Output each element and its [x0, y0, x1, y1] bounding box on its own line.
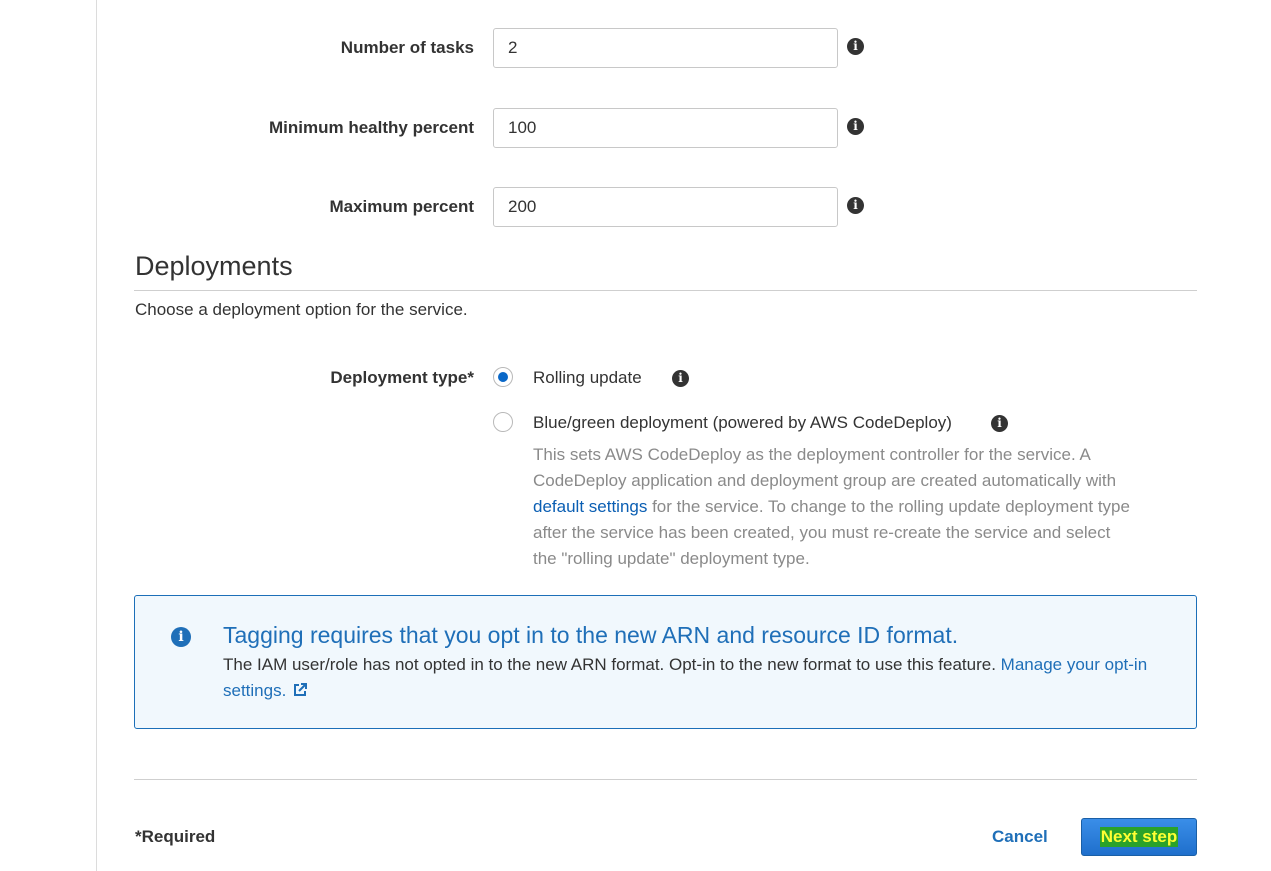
number-of-tasks-input[interactable] [493, 28, 838, 68]
footer-divider [134, 779, 1197, 780]
maximum-percent-row: Maximum percent i [0, 187, 1271, 227]
next-step-button[interactable]: Next step [1081, 818, 1197, 856]
rolling-update-label[interactable]: Rolling update [533, 368, 642, 388]
deployment-type-label: Deployment type* [330, 368, 474, 387]
info-icon[interactable]: i [847, 118, 864, 135]
info-icon[interactable]: i [672, 370, 689, 387]
info-icon[interactable]: i [991, 415, 1008, 432]
section-divider [134, 290, 1197, 291]
alert-title: Tagging requires that you opt in to the … [223, 622, 959, 648]
info-icon[interactable]: i [847, 38, 864, 55]
blue-green-label[interactable]: Blue/green deployment (powered by AWS Co… [533, 413, 952, 433]
required-note: *Required [135, 827, 216, 846]
number-of-tasks-label: Number of tasks [340, 38, 474, 57]
minimum-healthy-percent-label: Minimum healthy percent [269, 118, 474, 137]
info-circle-icon: i [171, 627, 191, 647]
cancel-button[interactable]: Cancel [992, 827, 1048, 847]
help-text-prefix: This sets AWS CodeDeploy as the deployme… [533, 445, 1117, 490]
default-settings-link[interactable]: default settings [533, 497, 647, 516]
maximum-percent-label: Maximum percent [329, 197, 474, 216]
tagging-info-alert: i Tagging requires that you opt in to th… [134, 595, 1197, 729]
next-step-label: Next step [1099, 827, 1179, 847]
number-of-tasks-row: Number of tasks i [0, 28, 1271, 68]
minimum-healthy-percent-row: Minimum healthy percent i [0, 108, 1271, 148]
alert-body: The IAM user/role has not opted in to th… [223, 652, 1173, 704]
minimum-healthy-percent-input[interactable] [493, 108, 838, 148]
info-icon[interactable]: i [847, 197, 864, 214]
blue-green-radio[interactable] [493, 412, 513, 432]
deployments-description: Choose a deployment option for the servi… [135, 300, 468, 319]
blue-green-help-text: This sets AWS CodeDeploy as the deployme… [533, 442, 1133, 572]
alert-body-text: The IAM user/role has not opted in to th… [223, 655, 1001, 674]
rolling-update-radio[interactable] [493, 367, 513, 387]
external-link-icon [294, 683, 308, 696]
deployments-heading: Deployments [135, 251, 293, 281]
maximum-percent-input[interactable] [493, 187, 838, 227]
